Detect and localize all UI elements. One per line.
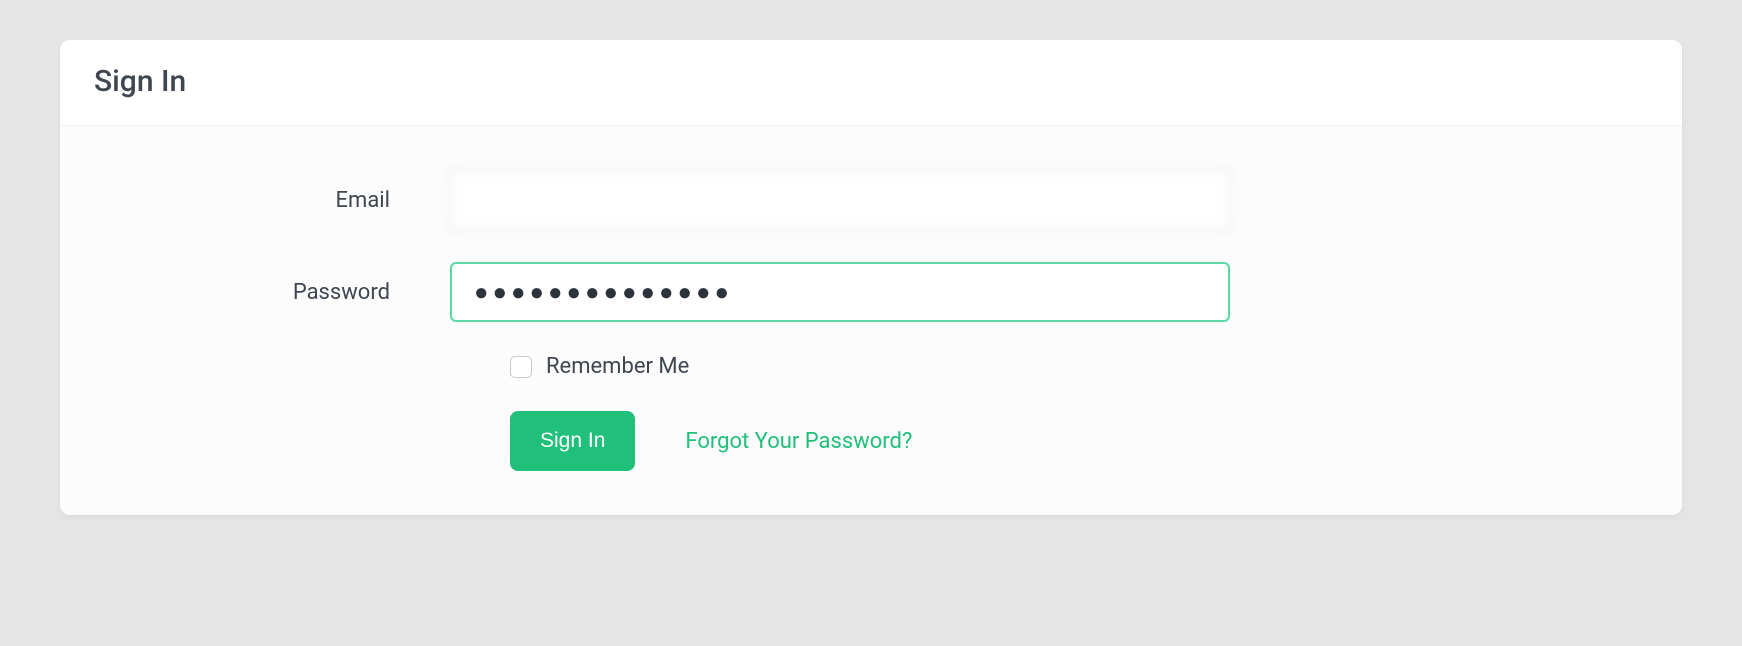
email-label: Email bbox=[100, 188, 450, 213]
card-header: Sign In bbox=[60, 40, 1682, 126]
password-field[interactable]: ●●●●●●●●●●●●●● bbox=[450, 262, 1230, 322]
remember-checkbox[interactable] bbox=[510, 356, 532, 378]
password-masked-value: ●●●●●●●●●●●●●● bbox=[474, 264, 1206, 320]
page-title: Sign In bbox=[94, 64, 1648, 99]
password-row: Password ●●●●●●●●●●●●●● bbox=[100, 262, 1642, 322]
card-body: Email Password ●●●●●●●●●●●●●● Remember M… bbox=[60, 126, 1682, 515]
email-row: Email bbox=[100, 170, 1642, 230]
remember-row: Remember Me bbox=[510, 354, 1642, 379]
remember-label: Remember Me bbox=[546, 354, 689, 379]
forgot-password-link[interactable]: Forgot Your Password? bbox=[685, 429, 912, 454]
actions-row: Sign In Forgot Your Password? bbox=[510, 411, 1642, 471]
email-field[interactable] bbox=[450, 170, 1230, 230]
password-label: Password bbox=[100, 280, 450, 305]
signin-card: Sign In Email Password ●●●●●●●●●●●●●● Re… bbox=[60, 40, 1682, 515]
signin-button[interactable]: Sign In bbox=[510, 411, 635, 471]
